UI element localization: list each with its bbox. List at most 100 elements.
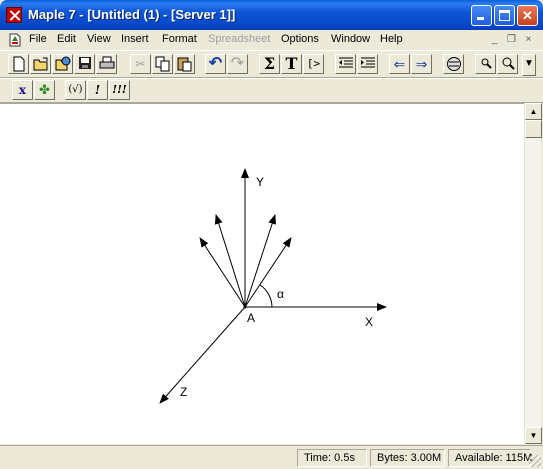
bytes-status: Bytes: 3.00M (370, 449, 445, 467)
indent-icon (360, 57, 375, 68)
scroll-up-icon: ▲ (529, 107, 538, 116)
angle-label: α (277, 287, 284, 301)
menu-format[interactable]: Format (162, 33, 197, 45)
vector-arrow (199, 237, 246, 308)
menu-edit[interactable]: Edit (57, 33, 76, 45)
menu-file[interactable]: File (29, 33, 47, 45)
maple-leaf-button[interactable]: ✤ (34, 80, 55, 100)
z-axis-arrow (159, 306, 246, 404)
mdi-restore-button[interactable]: ❐ (505, 33, 518, 46)
text-button[interactable]: T (281, 54, 302, 74)
outdent-button[interactable] (335, 54, 356, 74)
zoom-in-button[interactable] (475, 54, 496, 74)
vector-arrow (244, 214, 277, 308)
text-icon: T (285, 54, 298, 73)
scroll-thumb[interactable] (525, 120, 542, 138)
open-button[interactable] (30, 54, 51, 74)
copy-icon (155, 56, 169, 72)
paste-icon (177, 57, 191, 72)
execute-icon: ! (94, 83, 101, 97)
vertical-scrollbar[interactable]: ▲ ▼ (524, 103, 542, 444)
menu-insert[interactable]: Insert (121, 33, 149, 45)
document-icon[interactable] (7, 32, 23, 48)
toolbar-overflow-button[interactable]: ▼ (522, 54, 536, 76)
scroll-down-icon: ▼ (529, 431, 538, 440)
paste-button[interactable] (174, 54, 195, 74)
maple-leaf-icon: ✤ (39, 82, 50, 97)
menu-help[interactable]: Help (380, 33, 403, 45)
menu-options[interactable]: Options (281, 33, 319, 45)
forward-icon: ⇒ (415, 56, 428, 72)
menu-bar: File Edit View Insert Format Spreadsheet… (0, 30, 543, 49)
menu-spreadsheet: Spreadsheet (208, 33, 271, 45)
open-icon (33, 57, 47, 71)
back-button[interactable]: ⇐ (389, 54, 410, 74)
redo-button: ↷ (227, 54, 248, 74)
maple-app-icon[interactable] (6, 7, 22, 23)
axes-diagram: Y X Z A α (159, 168, 387, 404)
check-expr-icon: (√) (68, 84, 83, 95)
vector-arrow (244, 237, 292, 308)
math-mode-icon: x (18, 83, 27, 97)
vector-arrow (214, 214, 246, 308)
y-axis-label: Y (256, 175, 264, 189)
minimize-icon (477, 17, 484, 20)
menu-view[interactable]: View (87, 33, 111, 45)
undo-button[interactable]: ↶ (205, 54, 226, 74)
main-toolbar: ✂ ↶ ↷ Σ T [> ⇐ ⇒ ▼ (0, 50, 543, 78)
stop-icon (446, 57, 461, 71)
execute-button[interactable]: ! (87, 80, 108, 100)
execute-all-icon: !!! (112, 83, 127, 96)
worksheet-area[interactable]: Y X Z A α (0, 103, 524, 444)
new-icon (13, 56, 24, 72)
menu-window[interactable]: Window (331, 33, 370, 45)
print-icon (99, 56, 114, 69)
prompt-icon: [> (306, 57, 321, 70)
window-title: Maple 7 - [Untitled (1) - [Server 1]] (28, 7, 236, 22)
available-status: Available: 115M (448, 449, 532, 467)
toolbar-dropdown-icon: ▼ (524, 58, 534, 69)
origin-point (243, 305, 247, 309)
maximize-button[interactable] (494, 5, 515, 26)
redo-icon: ↷ (230, 55, 245, 72)
scroll-down-button[interactable]: ▼ (525, 427, 542, 444)
minimize-button[interactable] (471, 5, 492, 26)
new-button[interactable] (8, 54, 29, 74)
indent-button[interactable] (357, 54, 378, 74)
print-button[interactable] (96, 54, 117, 74)
scroll-up-button[interactable]: ▲ (525, 103, 542, 120)
zoom-in-icon (481, 58, 492, 69)
sigma-icon: Σ (263, 54, 276, 73)
origin-label: A (247, 311, 255, 325)
execute-all-button[interactable]: !!! (109, 80, 130, 100)
sigma-button[interactable]: Σ (259, 54, 280, 74)
close-icon: ✕ (522, 8, 533, 23)
copy-button[interactable] (152, 54, 173, 74)
outdent-icon (338, 57, 353, 68)
check-expression-button[interactable]: (√) (65, 80, 86, 100)
zoom-out-button[interactable] (497, 54, 518, 74)
mdi-close-button[interactable]: × (522, 33, 535, 46)
maximize-icon (499, 10, 510, 21)
x-axis-label: X (365, 315, 373, 329)
z-axis-label: Z (180, 385, 187, 399)
stop-button[interactable] (443, 54, 464, 74)
mdi-minimize-button[interactable]: _ (488, 33, 501, 46)
cut-button: ✂ (130, 54, 151, 74)
cut-icon: ✂ (135, 57, 146, 71)
resize-grip-icon[interactable] (529, 455, 541, 467)
open-url-icon (55, 56, 70, 71)
time-status: Time: 0.5s (297, 449, 367, 467)
context-toolbar: x ✤ (√) ! !!! (0, 78, 543, 103)
angle-arc (259, 284, 273, 308)
prompt-button[interactable]: [> (303, 54, 324, 74)
math-mode-button[interactable]: x (12, 80, 33, 100)
back-icon: ⇐ (393, 56, 406, 72)
save-icon (78, 57, 91, 69)
forward-button[interactable]: ⇒ (411, 54, 432, 74)
title-bar[interactable]: Maple 7 - [Untitled (1) - [Server 1]] ✕ (0, 0, 543, 30)
open-url-button[interactable] (52, 54, 73, 74)
save-button[interactable] (74, 54, 95, 74)
zoom-out-icon (502, 57, 515, 70)
close-button[interactable]: ✕ (517, 5, 538, 26)
